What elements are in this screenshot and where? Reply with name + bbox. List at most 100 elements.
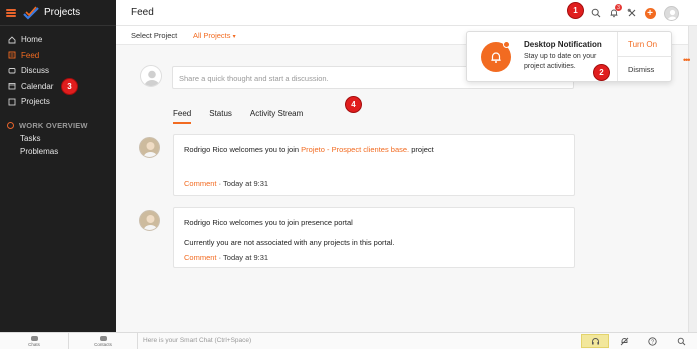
comment-link[interactable]: Comment [184, 179, 217, 188]
project-select-dropdown[interactable]: All Projects ▾ [193, 31, 236, 40]
top-bar: Feed 3 + [116, 0, 697, 26]
post-author-avatar[interactable] [139, 137, 160, 158]
sidebar-item-calendar[interactable]: Calendar [0, 79, 116, 95]
page-title: Feed [131, 7, 154, 18]
sidebar-nav: Home Feed Discuss Calendar Projects WORK… [0, 26, 116, 158]
feed-tabs: Feed Status Activity Stream [173, 109, 321, 124]
sidebar-item-label: Calendar [21, 81, 54, 91]
hamburger-menu-icon[interactable] [6, 8, 16, 17]
comment-link[interactable]: Comment [184, 253, 217, 262]
composer-avatar [140, 65, 162, 87]
sidebar-item-feed[interactable]: Feed [0, 48, 116, 64]
sidebar-item-discuss[interactable]: Discuss [0, 63, 116, 79]
search-button[interactable] [587, 4, 605, 22]
help-icon: ? [647, 336, 657, 346]
post-text: Rodrigo Rico welcomes you to join Projet… [184, 145, 434, 154]
section-work-overview[interactable]: WORK OVERVIEW [0, 119, 116, 132]
sidebar: Projects Home Feed Discuss Calendar Proj… [0, 0, 116, 332]
step-marker-2: 2 [593, 64, 610, 81]
calendar-icon [8, 82, 16, 90]
post-meta: Comment · Today at 9:31 [184, 253, 268, 262]
project-select-value: All Projects [193, 31, 231, 40]
headset-icon [591, 337, 599, 344]
desktop-notification-popup: Desktop Notification Stay up to date on … [466, 31, 672, 82]
smart-chat-input[interactable]: Here is your Smart Chat (Ctrl+Space) [143, 337, 251, 344]
mute-icon [620, 337, 628, 345]
help-button[interactable]: ? [638, 334, 666, 348]
zoom-icon [677, 337, 685, 345]
svg-text:?: ? [650, 339, 653, 345]
feed-main: Share a quick thought and start a discus… [116, 45, 697, 332]
home-icon [8, 36, 16, 44]
add-button[interactable]: + [641, 4, 659, 22]
sidebar-item-home[interactable]: Home [0, 32, 116, 48]
post-text-segment: welcomes you to join presence portal [227, 218, 353, 227]
sidebar-item-label: Feed [21, 50, 40, 60]
post-text-segment: welcomes you to join [227, 145, 302, 154]
contacts-label: Contacts [94, 341, 112, 347]
work-overview-icon [7, 121, 14, 129]
user-avatar [663, 5, 679, 21]
chats-label: Chats [28, 341, 40, 347]
contacts-icon [99, 335, 107, 341]
app-name: Projects [44, 7, 81, 18]
right-scroll-strip[interactable] [688, 26, 697, 332]
sidebar-item-label: Discuss [21, 66, 50, 76]
turn-on-button[interactable]: Turn On [628, 40, 657, 49]
tab-feed[interactable]: Feed [173, 109, 192, 124]
section-label: WORK OVERVIEW [19, 120, 88, 130]
tools-button[interactable] [623, 4, 641, 22]
search-icon [591, 8, 601, 18]
zoom-button[interactable] [667, 334, 695, 348]
notification-title: Desktop Notification [524, 40, 602, 49]
contacts-tab[interactable]: Contacts [90, 333, 116, 349]
sidebar-item-label: Problemas [20, 146, 59, 156]
headset-button[interactable] [581, 334, 609, 348]
chats-icon [30, 335, 38, 341]
projects-logo-icon [23, 5, 39, 20]
dismiss-button[interactable]: Dismiss [628, 65, 654, 74]
post-time: · Today at 9:31 [216, 253, 269, 262]
step-marker-3: 3 [61, 78, 78, 95]
notifications-button[interactable]: 3 [605, 4, 623, 22]
post-time: · Today at 9:31 [216, 179, 269, 188]
post-meta: Comment · Today at 9:31 [184, 179, 268, 188]
user-avatar-button[interactable] [662, 4, 680, 22]
post-text-segment: project [409, 145, 434, 154]
sidebar-item-label: Projects [21, 97, 50, 107]
feed-post: Rodrigo Rico welcomes you to join presen… [173, 207, 575, 268]
mute-button[interactable] [610, 334, 638, 348]
add-icon: + [644, 7, 656, 19]
feed-icon [8, 51, 16, 59]
sidebar-item-label: Home [21, 35, 43, 45]
post-text: Rodrigo Rico welcomes you to join presen… [184, 218, 353, 227]
divider [68, 333, 69, 349]
post-author[interactable]: Rodrigo Rico [184, 218, 227, 227]
notification-dot-icon [503, 41, 510, 48]
bottom-bar: Chats Contacts Here is your Smart Chat (… [0, 332, 697, 349]
step-marker-4: 4 [345, 96, 362, 113]
tools-icon [627, 8, 636, 17]
project-link[interactable]: Projeto - Prospect clientes base. [301, 145, 409, 154]
chats-tab[interactable]: Chats [22, 333, 46, 349]
divider [137, 333, 138, 349]
composer-placeholder: Share a quick thought and start a discus… [179, 74, 329, 83]
select-project-label: Select Project [131, 31, 178, 40]
sidebar-item-tasks[interactable]: Tasks [0, 132, 116, 145]
post-author-avatar[interactable] [139, 210, 160, 231]
tab-status[interactable]: Status [209, 109, 232, 124]
brand: Projects [0, 0, 116, 26]
chevron-down-icon: ▾ [232, 34, 236, 40]
step-marker-1: 1 [567, 2, 584, 19]
top-icons: 3 + [587, 4, 680, 22]
post-body: Currently you are not associated with an… [184, 238, 395, 247]
tab-activity-stream[interactable]: Activity Stream [250, 109, 303, 124]
more-options-icon[interactable]: ••• [683, 55, 691, 65]
discuss-icon [8, 67, 16, 75]
sidebar-item-projects[interactable]: Projects [0, 94, 116, 110]
sidebar-item-problemas[interactable]: Problemas [0, 145, 116, 158]
divider [618, 56, 672, 57]
feed-post: Rodrigo Rico welcomes you to join Projet… [173, 134, 575, 196]
post-author[interactable]: Rodrigo Rico [184, 145, 227, 154]
notification-badge: 3 [615, 4, 622, 11]
